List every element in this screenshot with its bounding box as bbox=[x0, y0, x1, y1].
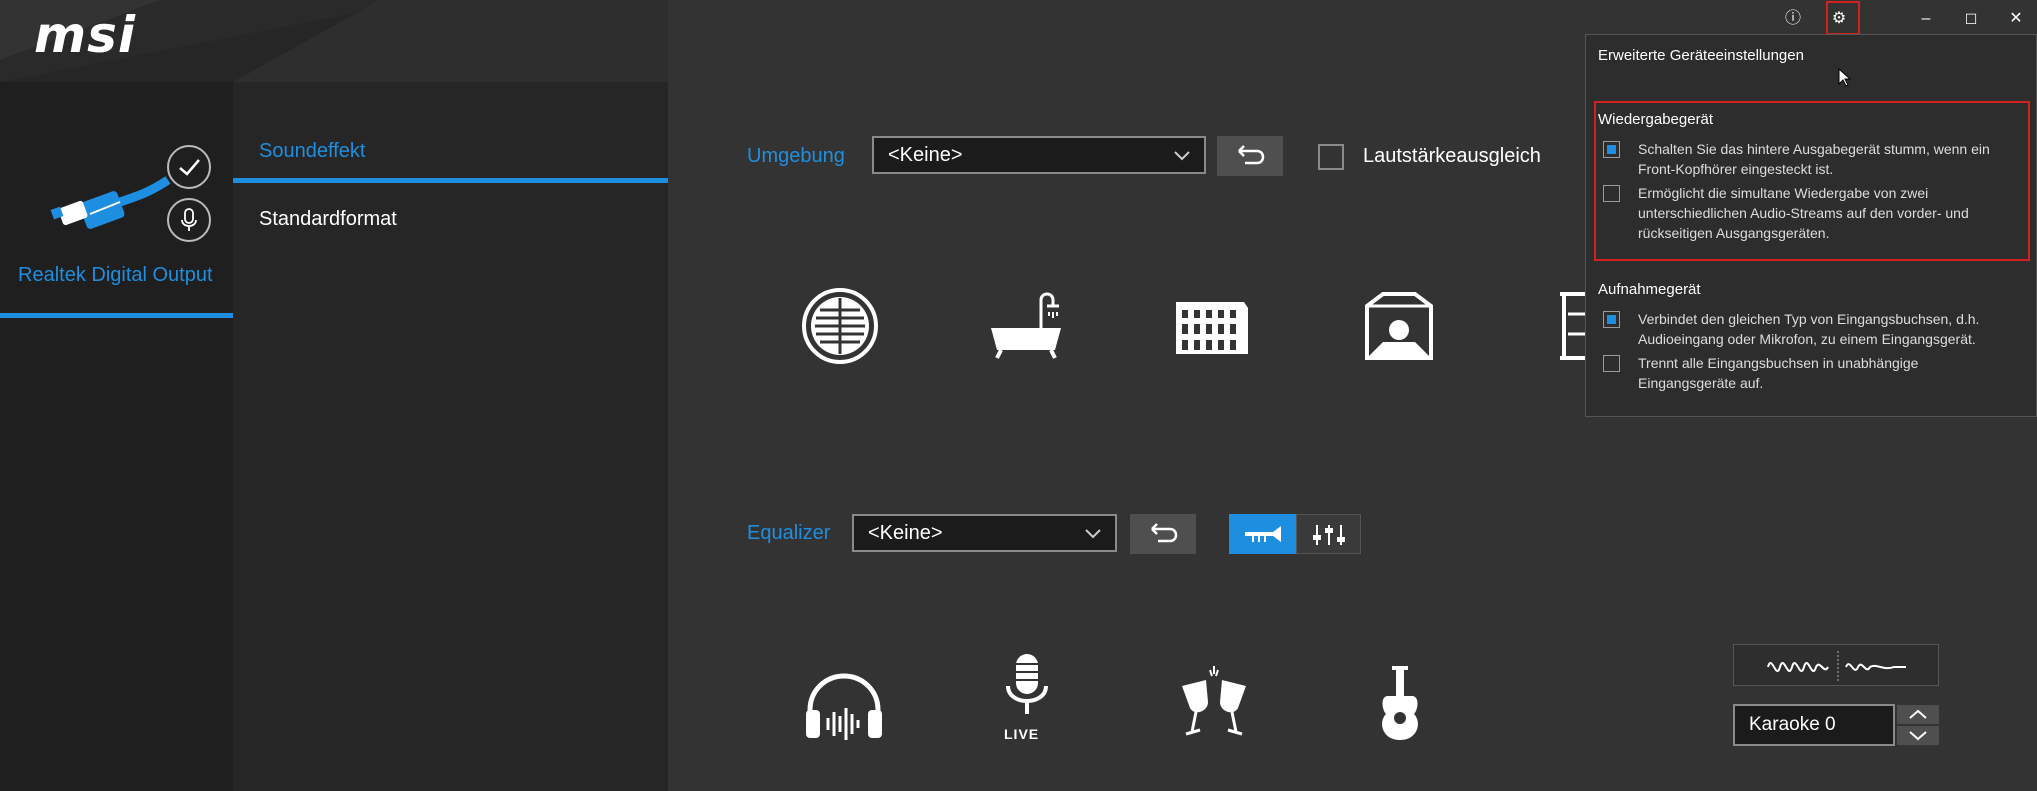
minimize-button[interactable]: – bbox=[1911, 4, 1941, 34]
underwater-icon[interactable] bbox=[798, 284, 882, 368]
close-button[interactable]: ✕ bbox=[2001, 4, 2031, 34]
guitar-icon[interactable] bbox=[1358, 662, 1442, 746]
settings-highlight bbox=[1826, 1, 1860, 35]
karaoke-down-button[interactable] bbox=[1897, 726, 1939, 745]
environment-dropdown[interactable]: <Keine> bbox=[872, 136, 1206, 174]
playback-heading: Wiedergabegerät bbox=[1598, 111, 1714, 128]
hall-icon[interactable] bbox=[1556, 284, 1586, 368]
popup-title: Erweiterte Geräteeinstellungen bbox=[1598, 47, 1804, 64]
maximize-button[interactable]: ☐ bbox=[1956, 4, 1986, 34]
chevron-down-icon bbox=[1909, 731, 1927, 741]
undo-icon bbox=[1238, 145, 1265, 165]
karaoke-field[interactable]: Karaoke 0 bbox=[1733, 704, 1895, 746]
custom-eq-toggle[interactable] bbox=[1296, 514, 1361, 554]
headphones-icon[interactable] bbox=[802, 666, 886, 750]
loudness-label: Lautstärkeausgleich bbox=[1363, 145, 1541, 167]
instrument-preset-toggle[interactable] bbox=[1229, 514, 1296, 554]
msi-logo: msi bbox=[34, 6, 136, 64]
default-device-check-icon[interactable] bbox=[167, 145, 211, 189]
room-icon[interactable] bbox=[1357, 284, 1441, 368]
combine-inputs-label: Verbindet den gleichen Typ von Eingangsb… bbox=[1638, 311, 1980, 347]
bathroom-icon[interactable] bbox=[983, 284, 1067, 368]
separate-inputs-checkbox[interactable] bbox=[1603, 355, 1620, 372]
equalizer-reset-button[interactable] bbox=[1130, 514, 1196, 554]
mute-rear-label: Schalten Sie das hintere Ausgabegerät st… bbox=[1638, 141, 1990, 177]
chevron-down-icon bbox=[1085, 529, 1101, 539]
mute-rear-checkbox[interactable] bbox=[1603, 141, 1620, 158]
info-icon[interactable]: ⓘ bbox=[1778, 4, 1808, 34]
equalizer-dropdown-value: <Keine> bbox=[868, 522, 943, 544]
separate-inputs-label: Trennt alle Eingangsbuchsen in unabhängi… bbox=[1638, 355, 1919, 391]
environment-label: Umgebung bbox=[747, 145, 845, 167]
live-label: LIVE bbox=[1004, 726, 1040, 742]
karaoke-up-button[interactable] bbox=[1897, 705, 1939, 724]
trumpet-icon bbox=[1245, 526, 1281, 542]
combine-inputs-checkbox[interactable] bbox=[1603, 311, 1620, 328]
waveform-icon bbox=[1767, 651, 1906, 683]
equalizer-dropdown[interactable]: <Keine> bbox=[852, 514, 1117, 552]
environment-reset-button[interactable] bbox=[1217, 136, 1283, 176]
karaoke-value: Karaoke 0 bbox=[1749, 714, 1836, 735]
loudness-checkbox[interactable] bbox=[1318, 144, 1344, 170]
undo-icon bbox=[1151, 523, 1178, 543]
simultaneous-playback-label: Ermöglicht die simultane Wiedergabe von … bbox=[1638, 185, 1969, 241]
device-selected-underline bbox=[0, 313, 233, 318]
party-glasses-icon[interactable] bbox=[1172, 662, 1256, 746]
tab-standardformat[interactable]: Standardformat bbox=[259, 208, 397, 231]
tab-soundeffekt[interactable]: Soundeffekt bbox=[259, 140, 365, 163]
colosseum-icon[interactable] bbox=[1170, 284, 1254, 368]
chevron-down-icon bbox=[1174, 151, 1190, 161]
microphone-icon[interactable] bbox=[167, 198, 211, 242]
advanced-device-settings-popup: Erweiterte Geräteeinstellungen Wiedergab… bbox=[1585, 34, 2037, 417]
chevron-up-icon bbox=[1909, 709, 1927, 719]
sliders-icon bbox=[1313, 525, 1345, 545]
device-sidebar bbox=[0, 0, 233, 791]
recording-heading: Aufnahmegerät bbox=[1598, 281, 1701, 298]
tab-selected-underline bbox=[233, 178, 668, 183]
voice-wave-display bbox=[1733, 644, 1939, 686]
simultaneous-playback-checkbox[interactable] bbox=[1603, 185, 1620, 202]
live-microphone-icon[interactable]: LIVE bbox=[986, 650, 1070, 750]
environment-dropdown-value: <Keine> bbox=[888, 144, 963, 166]
equalizer-label: Equalizer bbox=[747, 522, 831, 544]
tab-list-panel bbox=[233, 82, 668, 791]
mouse-cursor-icon bbox=[1838, 67, 1852, 88]
device-name-label[interactable]: Realtek Digital Output bbox=[18, 264, 213, 287]
